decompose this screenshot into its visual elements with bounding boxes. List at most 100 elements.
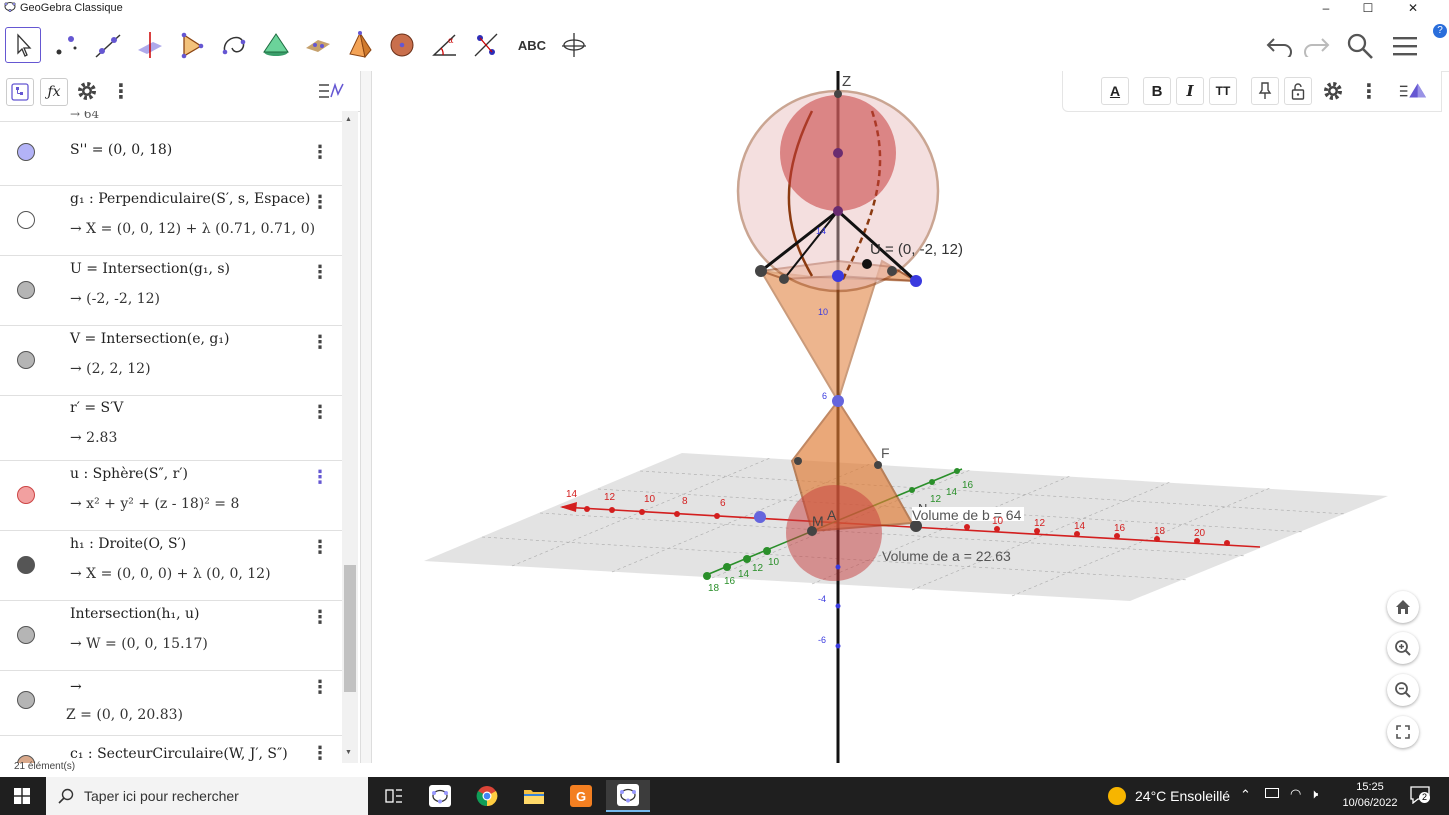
visibility-toggle[interactable] bbox=[17, 281, 35, 299]
pyramid-tool-button[interactable] bbox=[342, 27, 378, 63]
text-tool-button[interactable]: ABC bbox=[514, 27, 550, 63]
more-options-icon[interactable]: ⋮ bbox=[311, 677, 329, 697]
weather-text[interactable]: 24°C Ensoleillé bbox=[1135, 788, 1230, 804]
undo-button[interactable] bbox=[1264, 30, 1296, 62]
algebra-settings-button[interactable] bbox=[74, 78, 100, 104]
angle-tool-button[interactable]: α bbox=[426, 27, 462, 63]
algebra-row-u[interactable]: U = Intersection(g₁, s) → (-2, -2, 12) ⋮ bbox=[0, 256, 342, 326]
scrollbar-thumb[interactable] bbox=[344, 565, 356, 692]
pin-button[interactable] bbox=[1251, 77, 1279, 105]
point-v[interactable] bbox=[779, 274, 789, 284]
panel-divider[interactable] bbox=[360, 71, 372, 763]
algebra-row-c1[interactable]: c₁ : SecteurCirculaire(W, J′, S″) ⋮ bbox=[0, 736, 342, 763]
clock-time[interactable]: 15:25 bbox=[1350, 781, 1390, 793]
visibility-toggle[interactable] bbox=[17, 691, 35, 709]
algebra-more-button[interactable]: ⋮ bbox=[108, 78, 134, 104]
reflect-tool-button[interactable] bbox=[468, 27, 504, 63]
algebra-list[interactable]: → 64 S'' = (0, 0, 18) ⋮ g₁ : Perpendicul… bbox=[0, 111, 342, 763]
style-view-toggle-button[interactable] bbox=[1399, 77, 1427, 105]
more-options-icon[interactable]: ⋮ bbox=[311, 402, 329, 422]
point-z[interactable] bbox=[834, 90, 842, 98]
point-o[interactable] bbox=[832, 395, 844, 407]
zoom-in-button[interactable] bbox=[1387, 632, 1419, 664]
input-bar-button[interactable]: ƒx bbox=[40, 78, 68, 106]
more-options-icon[interactable]: ⋮ bbox=[311, 743, 329, 763]
algebra-row-w[interactable]: Intersection(h₁, u) → W = (0, 0, 15.17) … bbox=[0, 601, 342, 671]
more-options-icon[interactable]: ⋮ bbox=[311, 332, 329, 352]
more-options-icon[interactable]: ⋮ bbox=[311, 537, 329, 557]
point-n-top[interactable] bbox=[910, 275, 922, 287]
lock-button[interactable] bbox=[1284, 77, 1312, 105]
clock-date[interactable]: 10/06/2022 bbox=[1333, 797, 1407, 809]
algebra-row-z[interactable]: → Z = (0, 0, 20.83) ⋮ bbox=[0, 671, 342, 736]
visibility-toggle[interactable] bbox=[17, 211, 35, 229]
volume-b-text[interactable]: Volume de b = 64 bbox=[912, 507, 1024, 523]
cone-tool-button[interactable] bbox=[258, 27, 294, 63]
visibility-toggle[interactable] bbox=[17, 626, 35, 644]
maximize-button[interactable]: ☐ bbox=[1345, 0, 1391, 16]
curve-tool-button[interactable] bbox=[216, 27, 252, 63]
volume-a-text[interactable]: Volume de a = 22.63 bbox=[882, 548, 1011, 564]
taskbar-geogebra-graph[interactable]: G bbox=[559, 780, 603, 812]
start-button[interactable] bbox=[0, 780, 44, 812]
point-s1[interactable] bbox=[832, 270, 844, 282]
visibility-toggle[interactable] bbox=[17, 143, 35, 161]
taskbar-geogebra-classic[interactable] bbox=[606, 780, 650, 812]
3d-scene[interactable] bbox=[372, 71, 1435, 763]
algebra-row-h1[interactable]: h₁ : Droite(O, S′) → X = (0, 0, 0) + λ (… bbox=[0, 531, 342, 601]
more-options-icon[interactable]: ⋮ bbox=[311, 467, 329, 487]
plane-tool-button[interactable] bbox=[300, 27, 336, 63]
home-view-button[interactable] bbox=[1387, 591, 1419, 623]
algebra-row-s2[interactable]: S'' = (0, 0, 18) ⋮ bbox=[0, 122, 342, 186]
algebra-view-button[interactable] bbox=[6, 78, 34, 106]
move-tool-button[interactable] bbox=[5, 27, 41, 63]
graphics-3d-view[interactable]: Z U = (0, -2, 12) F M A N Volume de b = … bbox=[372, 71, 1435, 763]
help-icon[interactable]: ? bbox=[1433, 24, 1447, 38]
line-tool-button[interactable] bbox=[90, 27, 126, 63]
style-more-button[interactable]: ⋮ bbox=[1355, 77, 1383, 105]
minimize-button[interactable]: – bbox=[1303, 0, 1349, 16]
algebra-row-r[interactable]: r′ = S′V → 2.83 ⋮ bbox=[0, 396, 342, 461]
taskbar-chrome[interactable] bbox=[465, 780, 509, 812]
notification-center-button[interactable]: 2 bbox=[1410, 786, 1430, 805]
point-s2[interactable] bbox=[833, 148, 843, 158]
close-button[interactable]: ✕ bbox=[1390, 0, 1436, 16]
wifi-icon[interactable]: ◠ bbox=[1290, 786, 1301, 802]
visibility-toggle[interactable] bbox=[17, 556, 35, 574]
more-options-icon[interactable]: ⋮ bbox=[311, 262, 329, 282]
taskbar-search[interactable]: Taper ici pour rechercher bbox=[46, 777, 368, 815]
algebra-row-u-sphere[interactable]: u : Sphère(S″, r′) → x² + y² + (z - 18)²… bbox=[0, 461, 342, 531]
text-size-button[interactable]: TT bbox=[1209, 77, 1237, 105]
battery-icon[interactable] bbox=[1265, 788, 1279, 798]
algebra-row-g1[interactable]: g₁ : Perpendiculaire(S′, s, Espace) → X … bbox=[0, 186, 342, 256]
zoom-out-button[interactable] bbox=[1387, 674, 1419, 706]
fullscreen-button[interactable] bbox=[1387, 716, 1419, 748]
redo-button[interactable] bbox=[1300, 30, 1332, 62]
more-options-icon[interactable]: ⋮ bbox=[311, 142, 329, 162]
main-menu-button[interactable] bbox=[1389, 30, 1421, 62]
italic-button[interactable]: I bbox=[1176, 77, 1204, 105]
more-options-icon[interactable]: ⋮ bbox=[311, 192, 329, 212]
taskbar-geogebra-app[interactable] bbox=[418, 780, 462, 812]
point-tool-button[interactable] bbox=[48, 27, 84, 63]
style-settings-button[interactable] bbox=[1319, 77, 1347, 105]
point-r[interactable] bbox=[755, 265, 767, 277]
algebra-row-v[interactable]: V = Intersection(e, g₁) → (2, 2, 12) ⋮ bbox=[0, 326, 342, 396]
volume-icon[interactable]: 🕨 bbox=[1310, 786, 1318, 802]
polygon-tool-button[interactable] bbox=[174, 27, 210, 63]
more-options-icon[interactable]: ⋮ bbox=[311, 607, 329, 627]
tray-chevron-icon[interactable]: ⌃ bbox=[1240, 787, 1251, 803]
point-w[interactable] bbox=[833, 206, 843, 216]
algebra-view-toggle-button[interactable] bbox=[318, 78, 344, 104]
scroll-up-icon[interactable]: ▲ bbox=[345, 116, 352, 123]
visibility-toggle[interactable] bbox=[17, 351, 35, 369]
sphere-tool-button[interactable] bbox=[384, 27, 420, 63]
point-u[interactable] bbox=[862, 259, 872, 269]
rotate-view-tool-button[interactable] bbox=[556, 27, 592, 63]
search-button[interactable] bbox=[1344, 30, 1376, 62]
bold-button[interactable]: B bbox=[1143, 77, 1171, 105]
perpendicular-plane-tool-button[interactable] bbox=[132, 27, 168, 63]
task-view-button[interactable] bbox=[372, 780, 416, 812]
scroll-down-icon[interactable]: ▼ bbox=[345, 749, 352, 756]
taskbar-file-explorer[interactable] bbox=[512, 780, 556, 812]
